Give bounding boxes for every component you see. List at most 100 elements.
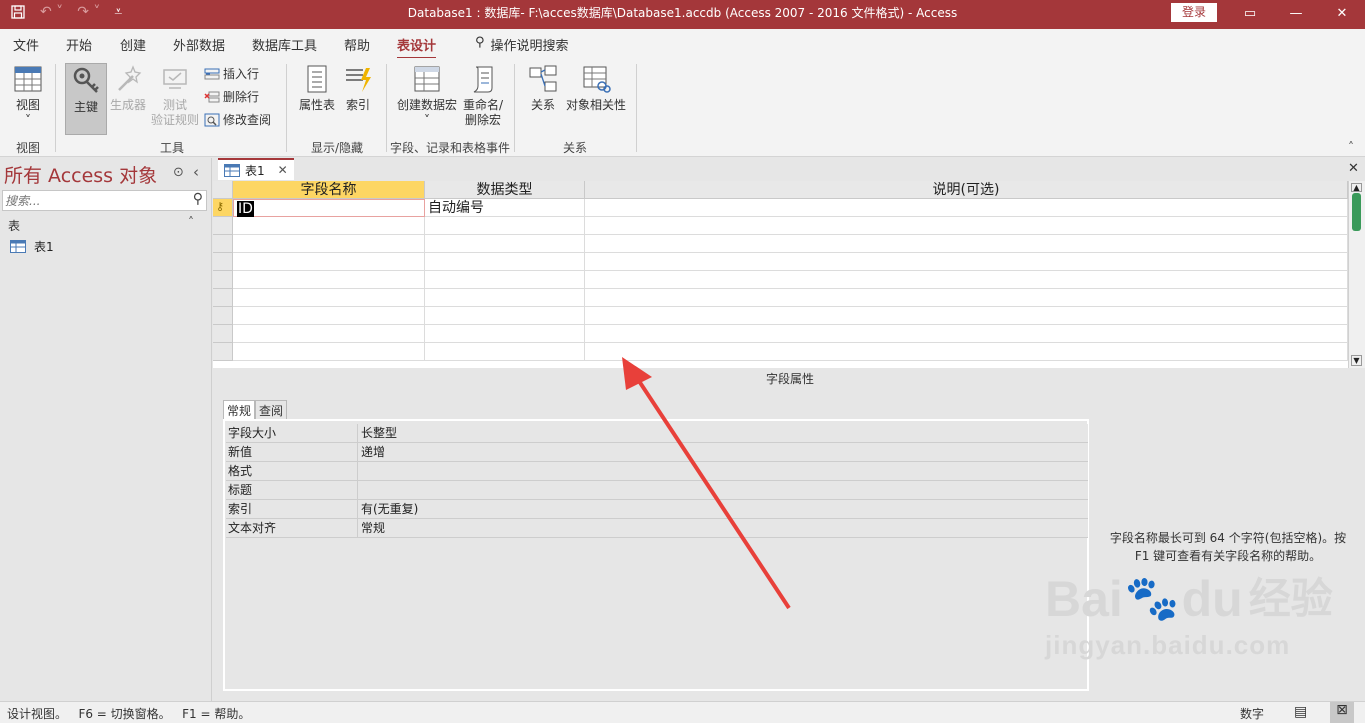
minimize-icon[interactable]: — (1273, 0, 1319, 29)
empty-cell[interactable] (425, 235, 585, 253)
redo-icon[interactable]: ↷ ˅ (77, 4, 100, 24)
nav-group-tables[interactable]: 表 (8, 217, 20, 234)
tab-table1[interactable]: 表1 ✕ (218, 158, 294, 180)
design-view-icon[interactable]: ⊠ (1330, 702, 1354, 723)
tab-home[interactable]: 开始 (66, 35, 92, 54)
tab-create[interactable]: 创建 (120, 35, 146, 54)
empty-cell[interactable] (233, 307, 425, 325)
scroll-up-icon[interactable]: ▲ (1351, 183, 1362, 192)
group-collapse-icon[interactable]: ˄ (188, 215, 194, 229)
property-sheet-icon (307, 65, 327, 93)
row-selector[interactable] (213, 217, 233, 235)
object-dependencies-button[interactable]: 对象相关性 (563, 64, 629, 113)
rename-delete-macro-button[interactable]: 重命名/删除宏 (460, 64, 506, 128)
save-icon[interactable] (10, 4, 26, 24)
property-row[interactable]: 标题 (226, 481, 1088, 500)
shutter-bar-close-icon[interactable]: ‹ (193, 163, 199, 181)
empty-cell[interactable] (585, 307, 1348, 325)
insert-rows-button[interactable]: 插入行 (204, 65, 259, 82)
empty-cell[interactable] (425, 271, 585, 289)
test-validation-rules-button[interactable]: 测试 验证规则 (149, 64, 201, 128)
empty-cell[interactable] (585, 325, 1348, 343)
tell-me-search[interactable]: ⚲ 操作说明搜索 (475, 35, 569, 54)
empty-cell[interactable] (585, 289, 1348, 307)
column-header-description[interactable]: 说明(可选) (585, 181, 1348, 199)
view-button[interactable]: 视图 ˅ (10, 64, 46, 128)
tab-help[interactable]: 帮助 (344, 35, 370, 54)
tab-database-tools[interactable]: 数据库工具 (252, 35, 317, 54)
row-selector[interactable]: ⚷ (213, 199, 233, 217)
row-selector[interactable] (213, 343, 233, 361)
empty-cell[interactable] (585, 217, 1348, 235)
login-button[interactable]: 登录 (1171, 3, 1217, 22)
row-selector[interactable] (213, 307, 233, 325)
property-sheet-button[interactable]: 属性表 (296, 64, 338, 113)
table-row[interactable]: ID (233, 199, 425, 217)
nav-dropdown-icon[interactable]: ⊙ (173, 165, 184, 180)
empty-cell[interactable] (233, 217, 425, 235)
tab-general[interactable]: 常规 (223, 400, 256, 420)
row-selector[interactable] (213, 325, 233, 343)
empty-cell[interactable] (425, 253, 585, 271)
ribbon-display-icon[interactable]: ▭ (1227, 0, 1273, 29)
relationships-button[interactable]: 关系 (526, 64, 560, 113)
property-row[interactable]: 字段大小 长整型 (226, 424, 1088, 443)
row-selector[interactable] (213, 289, 233, 307)
data-macro-icon (414, 66, 440, 92)
empty-cell[interactable] (425, 343, 585, 361)
empty-cell[interactable] (425, 289, 585, 307)
row-selector[interactable] (213, 235, 233, 253)
group-events-label: 字段、记录和表格事件 (389, 141, 510, 155)
group-relationships-label: 关系 (562, 141, 587, 155)
scroll-down-icon[interactable]: ▼ (1351, 355, 1362, 366)
close-window-icon[interactable]: ✕ (1319, 0, 1365, 29)
empty-cell[interactable] (233, 235, 425, 253)
tab-table-design[interactable]: 表设计 (397, 35, 437, 59)
property-row[interactable]: 新值 递增 (226, 443, 1088, 462)
undo-icon[interactable]: ↶ ˅ (40, 4, 63, 24)
close-tab-icon[interactable]: ✕ (278, 163, 288, 177)
customize-qat-icon[interactable]: ⩡ (114, 4, 122, 24)
column-header-data-type[interactable]: 数据类型 (425, 181, 585, 199)
empty-cell[interactable] (233, 271, 425, 289)
data-type-cell[interactable]: 自动编号 (425, 199, 585, 217)
tab-external-data[interactable]: 外部数据 (173, 35, 225, 54)
row-selector[interactable] (213, 271, 233, 289)
property-row[interactable]: 格式 (226, 462, 1088, 481)
empty-cell[interactable] (425, 217, 585, 235)
indexes-button[interactable]: 索引 (340, 64, 376, 113)
empty-cell[interactable] (233, 289, 425, 307)
description-cell[interactable] (585, 199, 1348, 217)
empty-cell[interactable] (233, 253, 425, 271)
nav-search-input[interactable] (3, 191, 183, 210)
row-selector[interactable] (213, 253, 233, 271)
column-header-field-name[interactable]: 字段名称 (233, 181, 425, 199)
create-data-macros-button[interactable]: 创建数据宏 ˅ (394, 64, 460, 128)
empty-cell[interactable] (585, 271, 1348, 289)
tab-lookup[interactable]: 查阅 (255, 400, 288, 420)
select-all-corner[interactable] (213, 181, 233, 199)
primary-key-button[interactable]: 主键 (65, 63, 107, 135)
grid-vertical-scrollbar[interactable]: ▲ ▼ (1348, 181, 1365, 368)
nav-item-table1[interactable]: 表1 (10, 238, 54, 255)
empty-cell[interactable] (425, 307, 585, 325)
tab-file[interactable]: 文件 (13, 35, 39, 54)
datasheet-view-icon[interactable]: ▤ (1294, 704, 1307, 720)
nav-pane-title[interactable]: 所有 Access 对象 (4, 161, 157, 188)
empty-cell[interactable] (425, 325, 585, 343)
empty-cell[interactable] (233, 325, 425, 343)
scroll-thumb[interactable] (1352, 193, 1361, 231)
builder-button[interactable]: 生成器 (108, 64, 148, 113)
property-row[interactable]: 索引 有(无重复) (226, 500, 1088, 519)
empty-cell[interactable] (585, 235, 1348, 253)
search-icon[interactable]: ⚲ (193, 191, 203, 207)
empty-cell[interactable] (585, 253, 1348, 271)
empty-cell[interactable] (585, 343, 1348, 361)
property-row[interactable]: 文本对齐 常规 (226, 519, 1088, 538)
delete-rows-button[interactable]: 删除行 (204, 88, 259, 105)
close-document-icon[interactable]: ✕ (1348, 161, 1359, 176)
field-name-cell[interactable]: ID (237, 201, 254, 217)
modify-lookups-button[interactable]: 修改查阅 (204, 111, 271, 128)
collapse-ribbon-icon[interactable]: ˄ (1348, 140, 1354, 154)
empty-cell[interactable] (233, 343, 425, 361)
